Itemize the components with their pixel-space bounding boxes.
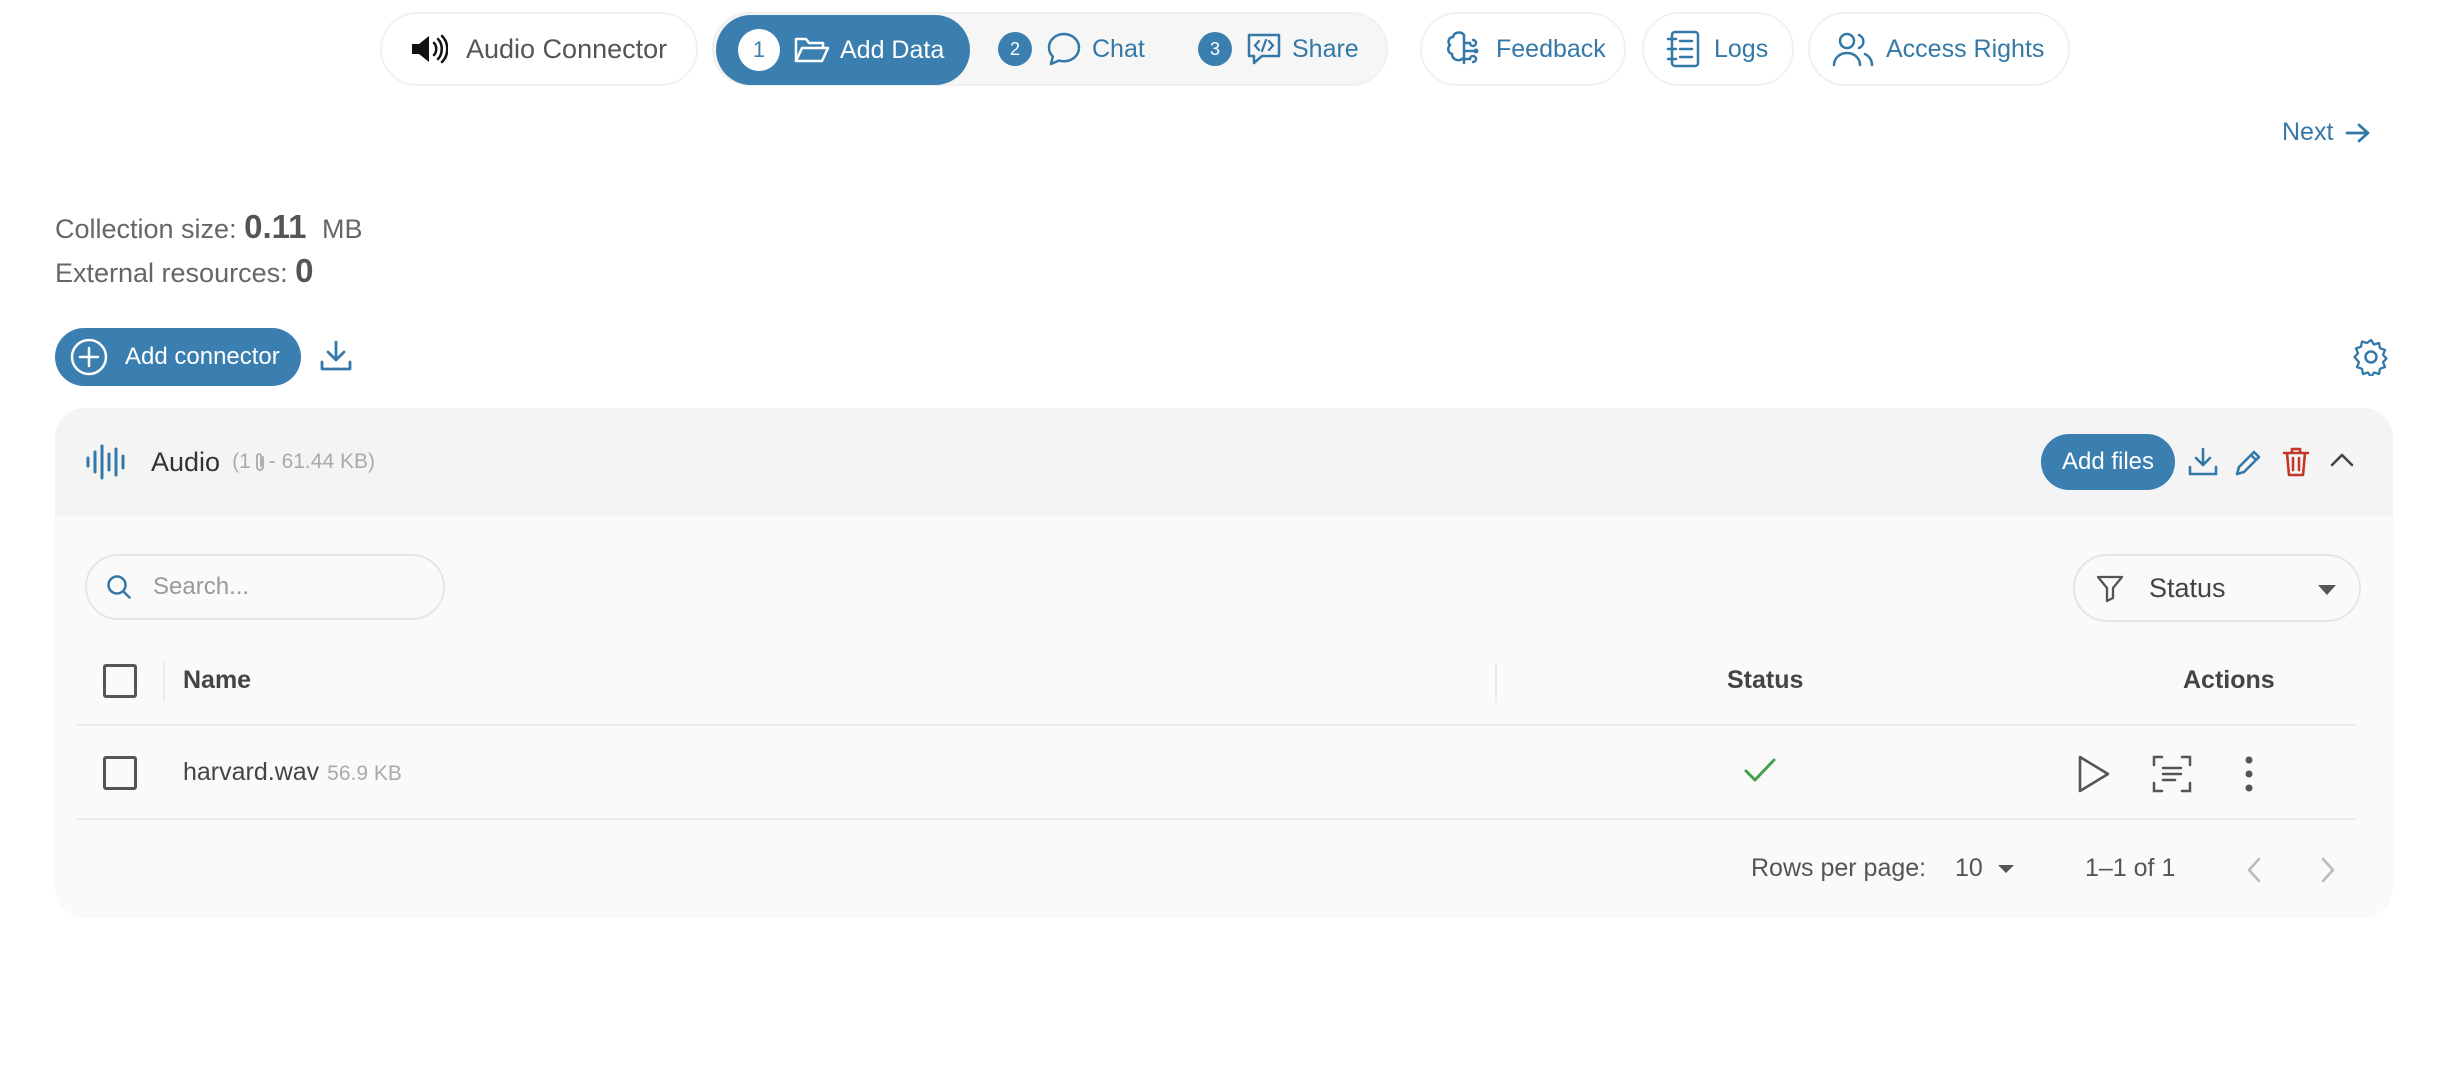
step-label: Add Data [840,35,945,64]
add-connector-label: Add connector [125,343,280,370]
pagination-range: 1–1 of 1 [2085,854,2176,882]
folder-open-icon [794,35,830,65]
arrow-right-icon [2345,122,2371,144]
connector-panel: Audio (1 - 61.44 KB) Add files Search...… [55,408,2393,918]
logs-button[interactable]: Logs [1642,12,1794,86]
step-label: Share [1292,34,1359,63]
caret-down-icon [2317,584,2337,596]
feedback-button[interactable]: Feedback [1420,12,1626,86]
logs-label: Logs [1714,34,1769,63]
speaker-icon [410,34,448,64]
access-rights-button[interactable]: Access Rights [1808,12,2070,86]
search-field[interactable] [85,554,445,620]
column-divider [163,662,165,702]
rows-per-page-select[interactable]: 10 [1955,854,2015,883]
status-filter-select[interactable]: Status [2073,554,2361,622]
step-share[interactable]: 3 Share [1198,14,1359,84]
column-header-status[interactable]: Status [1727,666,1803,695]
collection-size: Collection size: 0.11 MB [55,208,363,245]
trash-icon[interactable] [2281,446,2311,478]
external-resources-value: 0 [295,252,314,289]
step-add-data[interactable]: 1 Add Data [716,15,970,85]
column-header-actions: Actions [2183,666,2275,694]
play-icon[interactable] [2075,754,2111,794]
collection-size-value: 0.11 [244,208,307,245]
add-connector-button[interactable]: Add connector [55,328,301,386]
file-size: 56.9 KB [327,762,402,785]
notebook-icon [1666,29,1702,69]
connector-meta: (1 - 61.44 KB) [232,450,375,473]
top-navigation: Audio Connector 1 Add Data 2 Chat 3 Shar… [0,12,2454,86]
download-icon[interactable] [2187,446,2219,478]
file-name[interactable]: harvard.wav 56.9 KB [183,758,402,787]
search-input[interactable] [153,573,433,601]
chevron-right-icon[interactable] [2319,856,2337,884]
status-filter-label: Status [2149,572,2226,603]
chevron-left-icon[interactable] [2245,856,2263,884]
table-header: Name Status Actions [77,636,2357,726]
app-title-pill: Audio Connector [380,12,698,86]
transcript-icon[interactable] [2151,754,2193,794]
check-icon [1743,756,1777,784]
step-number: 3 [1198,32,1232,66]
next-label: Next [2282,118,2334,146]
access-rights-label: Access Rights [1886,34,2045,63]
external-resources: External resources: 0 [55,252,314,289]
search-icon [105,573,133,601]
feedback-label: Feedback [1496,34,1606,63]
select-all-checkbox[interactable] [103,664,137,698]
chevron-up-icon[interactable] [2329,450,2355,470]
chat-bubble-icon [1046,31,1082,67]
collection-size-unit: MB [322,214,363,244]
gear-icon[interactable] [2352,338,2390,376]
waveform-icon [85,442,129,482]
connector-header[interactable]: Audio (1 - 61.44 KB) Add files [55,408,2393,516]
step-label: Chat [1092,34,1145,63]
connector-title: Audio [151,446,221,477]
download-icon[interactable] [318,338,354,374]
app-title: Audio Connector [466,33,668,64]
table-row: harvard.wav 56.9 KB [77,728,2357,820]
filter-icon [2095,573,2125,603]
brain-icon [1444,29,1484,69]
step-chat[interactable]: 2 Chat [998,14,1145,84]
add-files-button[interactable]: Add files [2041,434,2175,490]
column-divider [1495,662,1497,702]
step-number: 2 [998,32,1032,66]
column-header-name[interactable]: Name [183,666,251,695]
more-vertical-icon[interactable] [2243,754,2255,794]
plus-circle-icon [69,337,109,377]
paperclip-icon [253,451,267,473]
step-number: 1 [738,29,780,71]
step-navigation: 1 Add Data 2 Chat 3 Share [712,12,1388,86]
collection-stats: Collection size: 0.11 MB External resour… [55,206,363,294]
rows-per-page-label: Rows per page: [1751,854,1927,882]
code-bubble-icon [1246,32,1282,66]
pencil-icon[interactable] [2233,446,2265,478]
users-icon [1832,30,1874,68]
row-checkbox[interactable] [103,756,137,790]
caret-down-icon [1997,864,2015,874]
next-button[interactable]: Next [2282,118,2371,147]
